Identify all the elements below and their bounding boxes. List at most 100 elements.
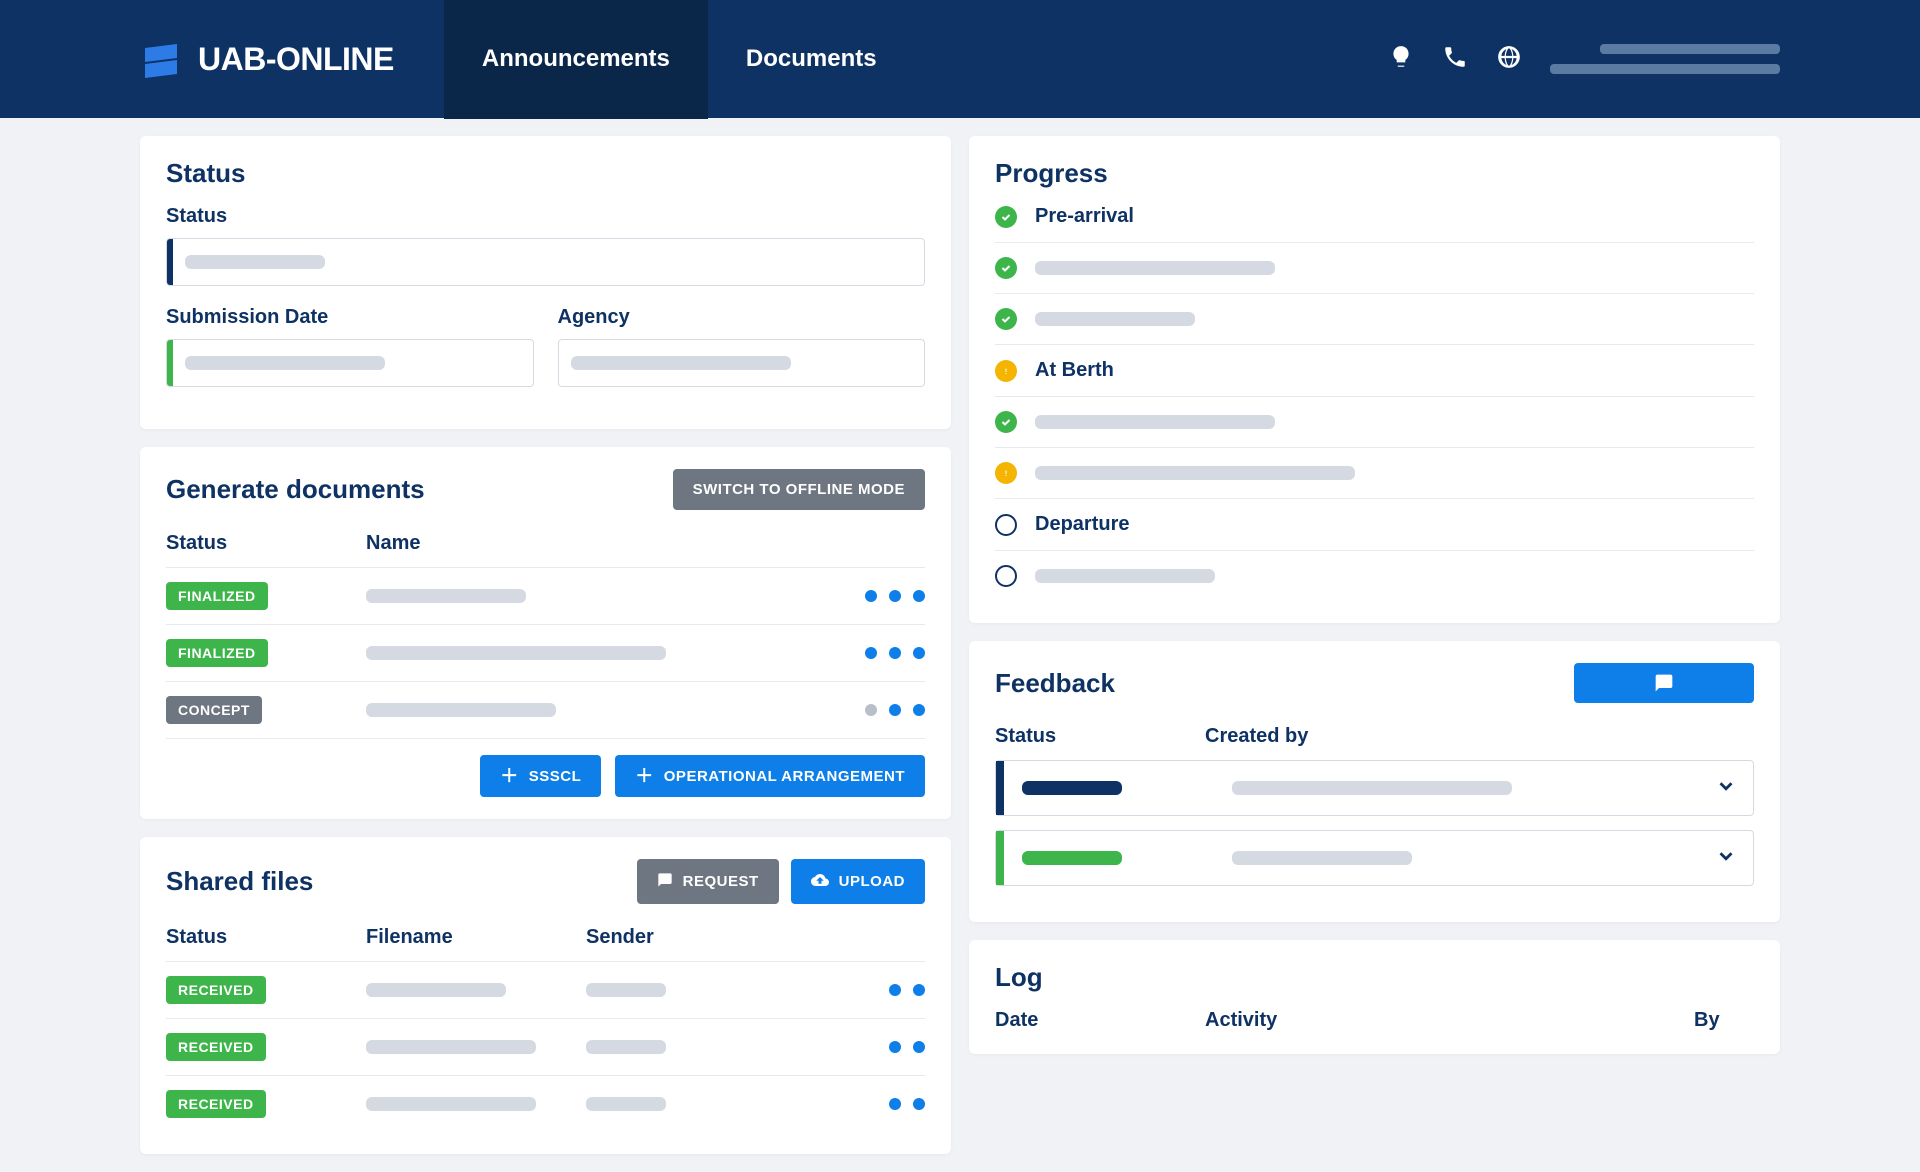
upload-button[interactable]: UPLOAD: [791, 859, 925, 904]
table-row: FINALIZED: [166, 567, 925, 624]
progress-item: [995, 447, 1754, 498]
operational-arrangement-button[interactable]: ＋OPERATIONAL ARRANGEMENT: [615, 755, 925, 797]
shared-col-status: Status: [166, 926, 366, 949]
shared-files-card: Shared files REQUEST UPLOAD Status Filen…: [140, 837, 951, 1154]
status-badge: FINALIZED: [166, 639, 268, 667]
chat-icon: [1654, 673, 1674, 693]
nav-announcements[interactable]: Announcements: [444, 0, 708, 119]
table-row: CONCEPT: [166, 681, 925, 738]
feedback-row[interactable]: [995, 830, 1754, 886]
left-column: Status Status Submission Date Agency: [140, 136, 951, 1154]
progress-item: [995, 550, 1754, 601]
action-dot[interactable]: [889, 590, 901, 602]
feedback-add-button[interactable]: [1574, 663, 1754, 703]
warning-icon: [995, 462, 1017, 484]
status-badge: FINALIZED: [166, 582, 268, 610]
log-card: Log Date Activity By: [969, 940, 1780, 1054]
logo-icon: [140, 38, 182, 80]
submission-label: Submission Date: [166, 306, 534, 329]
status-card: Status Status Submission Date Agency: [140, 136, 951, 429]
generate-card: Generate documents SWITCH TO OFFLINE MOD…: [140, 447, 951, 819]
circle-icon: [995, 565, 1017, 587]
progress-card: Progress Pre-arrival At Berth Departure: [969, 136, 1780, 623]
progress-item: [995, 293, 1754, 344]
nav-documents[interactable]: Documents: [708, 0, 915, 119]
agency-field[interactable]: [558, 339, 926, 387]
check-icon: [995, 257, 1017, 279]
agency-label: Agency: [558, 306, 926, 329]
lightbulb-icon[interactable]: [1388, 44, 1414, 75]
main-content: Status Status Submission Date Agency: [0, 118, 1920, 1172]
action-dot[interactable]: [913, 590, 925, 602]
warning-icon: [995, 360, 1017, 382]
progress-item: At Berth: [995, 344, 1754, 396]
progress-item: Departure: [995, 498, 1754, 550]
plus-icon: ＋: [635, 767, 654, 785]
progress-label: At Berth: [1035, 359, 1114, 382]
log-title: Log: [995, 962, 1754, 993]
brand-name: UAB-ONLINE: [198, 41, 394, 78]
action-dot[interactable]: [889, 704, 901, 716]
chat-icon: [657, 872, 673, 891]
status-field[interactable]: [166, 238, 925, 286]
log-col-date: Date: [995, 1009, 1205, 1032]
table-row: RECEIVED: [166, 1075, 925, 1132]
action-dot[interactable]: [913, 704, 925, 716]
action-dot[interactable]: [865, 704, 877, 716]
check-icon: [995, 308, 1017, 330]
action-dot[interactable]: [889, 1098, 901, 1110]
action-dot[interactable]: [913, 647, 925, 659]
status-badge: RECEIVED: [166, 1033, 266, 1061]
status-title: Status: [166, 158, 925, 189]
app-logo[interactable]: UAB-ONLINE: [140, 38, 394, 80]
feedback-col-status: Status: [995, 725, 1205, 748]
status-field-label: Status: [166, 205, 925, 228]
feedback-row[interactable]: [995, 760, 1754, 816]
gen-col-name: Name: [366, 532, 785, 555]
feedback-col-created: Created by: [1205, 725, 1754, 748]
action-dot[interactable]: [889, 984, 901, 996]
table-row: FINALIZED: [166, 624, 925, 681]
cloud-upload-icon: [811, 871, 829, 892]
chevron-down-icon: [1715, 845, 1737, 872]
status-badge: RECEIVED: [166, 976, 266, 1004]
log-col-by: By: [1694, 1009, 1754, 1032]
status-badge: RECEIVED: [166, 1090, 266, 1118]
check-icon: [995, 411, 1017, 433]
check-icon: [995, 206, 1017, 228]
progress-title: Progress: [995, 158, 1754, 189]
action-dot[interactable]: [889, 647, 901, 659]
action-dot[interactable]: [865, 590, 877, 602]
submission-field[interactable]: [166, 339, 534, 387]
ssscl-button[interactable]: ＋SSSCL: [480, 755, 601, 797]
phone-icon[interactable]: [1442, 44, 1468, 75]
feedback-card: Feedback Status Created by: [969, 641, 1780, 922]
progress-label: Pre-arrival: [1035, 205, 1134, 228]
globe-icon[interactable]: [1496, 44, 1522, 75]
progress-item: Pre-arrival: [995, 205, 1754, 242]
header-actions: [1388, 44, 1780, 75]
progress-label: Departure: [1035, 513, 1129, 536]
action-dot[interactable]: [865, 647, 877, 659]
user-profile[interactable]: [1550, 44, 1780, 74]
action-dot[interactable]: [889, 1041, 901, 1053]
log-col-activity: Activity: [1205, 1009, 1694, 1032]
request-button[interactable]: REQUEST: [637, 859, 779, 904]
circle-icon: [995, 514, 1017, 536]
feedback-title: Feedback: [995, 668, 1115, 699]
plus-icon: ＋: [500, 767, 519, 785]
action-dot[interactable]: [913, 1098, 925, 1110]
app-header: UAB-ONLINE Announcements Documents: [0, 0, 1920, 118]
status-badge: CONCEPT: [166, 696, 262, 724]
action-dot[interactable]: [913, 984, 925, 996]
table-row: RECEIVED: [166, 961, 925, 1018]
generate-title: Generate documents: [166, 474, 425, 505]
table-row: RECEIVED: [166, 1018, 925, 1075]
right-column: Progress Pre-arrival At Berth Departure Fe…: [969, 136, 1780, 1054]
action-dot[interactable]: [913, 1041, 925, 1053]
shared-col-sender: Sender: [586, 926, 825, 949]
gen-col-status: Status: [166, 532, 366, 555]
progress-item: [995, 396, 1754, 447]
shared-title: Shared files: [166, 866, 313, 897]
switch-offline-button[interactable]: SWITCH TO OFFLINE MODE: [673, 469, 925, 510]
